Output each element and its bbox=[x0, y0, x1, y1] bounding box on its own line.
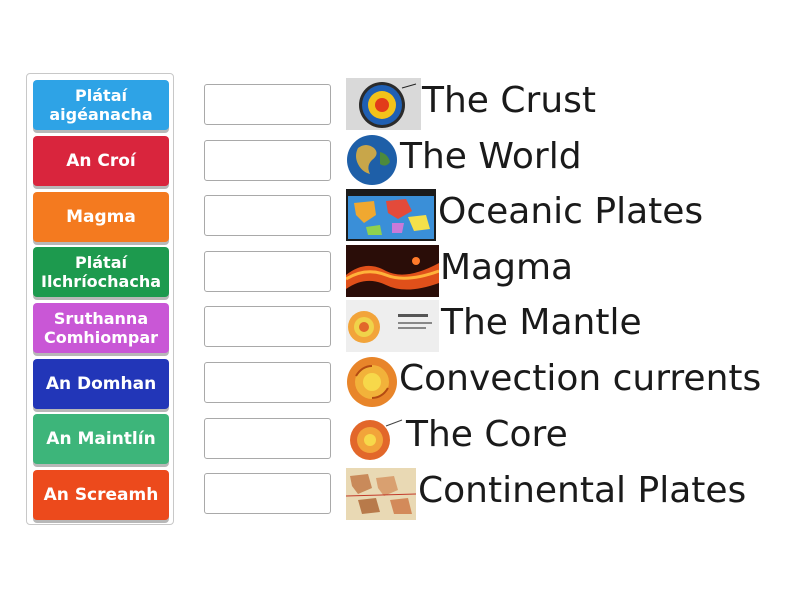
drop-slot-5[interactable] bbox=[204, 306, 331, 347]
globe-icon bbox=[346, 134, 398, 186]
tile-convection-currents[interactable]: Sruthanna Comhiompar bbox=[33, 303, 169, 353]
drop-slot-6[interactable] bbox=[204, 362, 331, 403]
convection-icon bbox=[346, 356, 398, 408]
target-label-mantle: The Mantle bbox=[441, 302, 642, 343]
tile-core[interactable]: An Croí bbox=[33, 136, 169, 186]
continents-map-icon bbox=[346, 468, 416, 520]
drop-slot-8[interactable] bbox=[204, 473, 331, 514]
target-label-continental-plates: Continental Plates bbox=[418, 470, 747, 511]
plates-map-icon bbox=[346, 189, 436, 241]
drop-slot-3[interactable] bbox=[204, 195, 331, 236]
target-label-oceanic-plates: Oceanic Plates bbox=[438, 191, 704, 232]
drop-slot-2[interactable] bbox=[204, 140, 331, 181]
tile-world[interactable]: An Domhan bbox=[33, 359, 169, 409]
drop-slot-7[interactable] bbox=[204, 418, 331, 459]
tile-continental-plates[interactable]: Plátaí Ilchríochacha bbox=[33, 247, 169, 297]
tile-panel: Plátaí aigéanacha An Croí Magma Plátaí Ilc… bbox=[26, 73, 174, 525]
drop-slot-4[interactable] bbox=[204, 251, 331, 292]
tile-oceanic-plates[interactable]: Plátaí aigéanacha bbox=[33, 80, 169, 130]
target-label-magma: Magma bbox=[440, 247, 574, 288]
lava-icon bbox=[346, 245, 439, 297]
core-diagram-icon bbox=[346, 412, 404, 464]
target-label-crust: The Crust bbox=[422, 80, 597, 121]
target-label-core: The Core bbox=[406, 414, 568, 455]
tile-crust[interactable]: An Screamh bbox=[33, 470, 169, 520]
mantle-diagram-icon bbox=[346, 300, 439, 352]
target-label-world: The World bbox=[400, 136, 582, 177]
tile-magma[interactable]: Magma bbox=[33, 192, 169, 242]
crust-diagram-icon bbox=[346, 78, 421, 130]
tile-mantle[interactable]: An Maintlín bbox=[33, 414, 169, 464]
drop-slot-1[interactable] bbox=[204, 84, 331, 125]
target-label-convection: Convection currents bbox=[399, 358, 762, 399]
